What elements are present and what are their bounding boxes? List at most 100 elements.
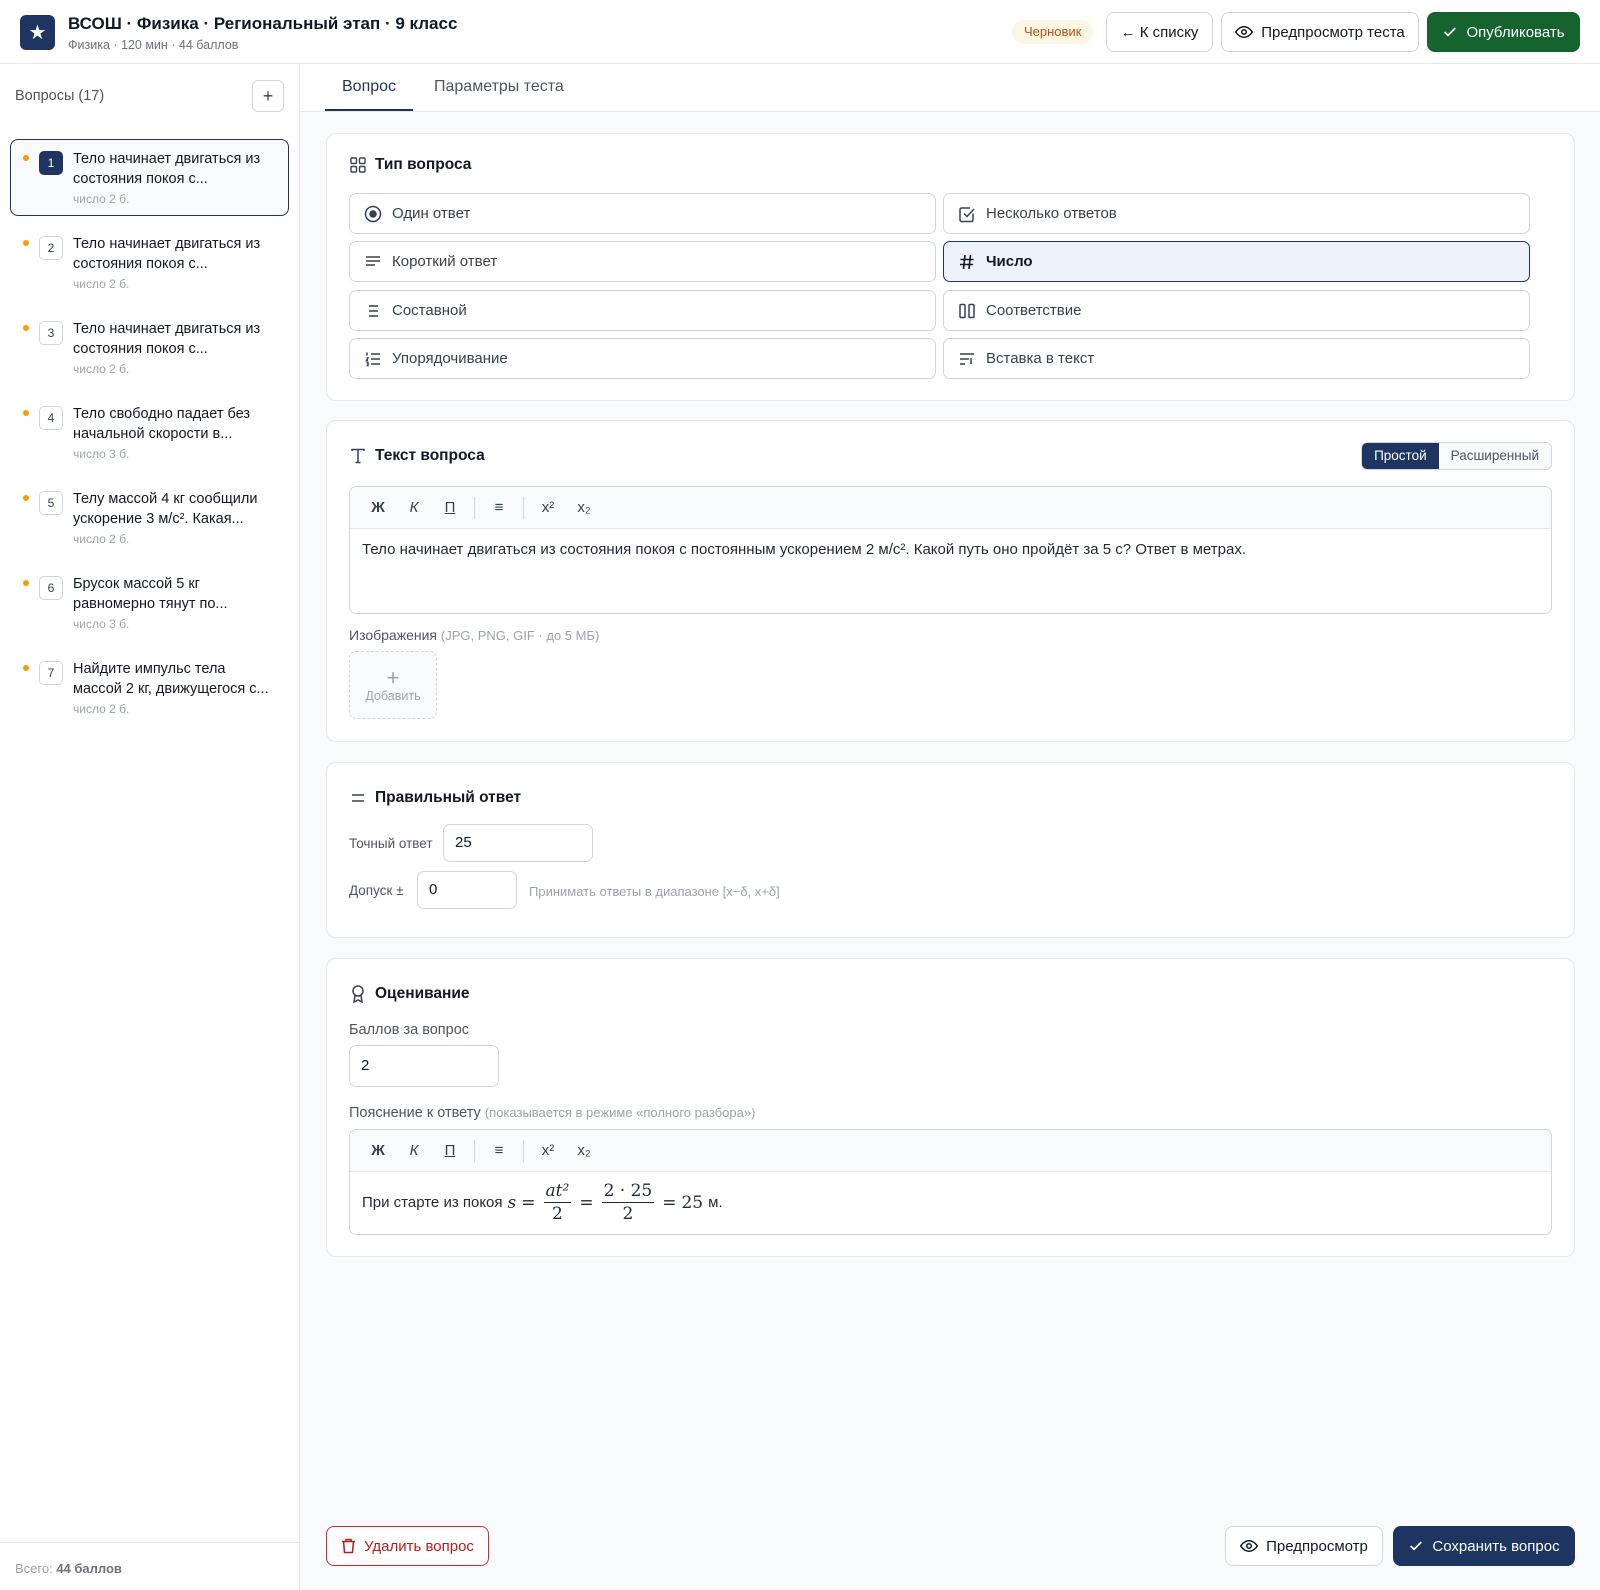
question-preview-text: Найдите импульс тела массой 2 кг, движущ… [73, 661, 269, 697]
save-question-label: Сохранить вопрос [1432, 1537, 1560, 1555]
tab-test-settings[interactable]: Параметры теста [434, 64, 564, 111]
back-to-list-label: ← К списку [1120, 23, 1199, 41]
question-meta: число 2 б. [73, 192, 130, 206]
question-list-item[interactable]: 1 Тело начинает двигаться из состояния п… [10, 139, 289, 216]
superscript-button[interactable]: x² [530, 1142, 566, 1159]
tolerance-hint: Принимать ответы в диапазоне [x−δ, x+δ] [529, 884, 780, 899]
correct-answer-title: Правильный ответ [349, 789, 521, 807]
formula-lhs: s [507, 1192, 517, 1213]
list-button[interactable]: ≡ [481, 1142, 517, 1159]
hash-icon [958, 253, 976, 271]
question-meta: число 2 б. [73, 277, 130, 291]
type-option-label: Число [986, 253, 1033, 270]
bold-button[interactable]: Ж [360, 499, 396, 516]
publish-button[interactable]: Опубликовать [1427, 12, 1580, 52]
question-text-content[interactable]: Тело начинает двигаться из состояния пок… [350, 529, 1551, 570]
bold-button[interactable]: Ж [360, 1142, 396, 1159]
grading-title-text: Оценивание [375, 985, 470, 1002]
award-icon [349, 985, 367, 1003]
question-preview-text: Тело начинает двигаться из состояния пок… [73, 151, 261, 187]
question-list-item[interactable]: 4 Тело свободно падает без начальной ско… [10, 394, 289, 471]
question-number: 6 [39, 576, 63, 600]
question-list-item[interactable]: 2 Тело начинает двигаться из состояния п… [10, 224, 289, 301]
mode-advanced-button[interactable]: Расширенный [1438, 443, 1551, 469]
question-meta: число 3 б. [73, 617, 130, 631]
eye-icon [1235, 25, 1254, 39]
type-option-label: Составной [392, 302, 467, 319]
toolbar-divider [474, 1139, 475, 1162]
question-preview-text: Тело свободно падает без начальной скоро… [73, 406, 251, 442]
grid-icon [349, 156, 367, 174]
underline-button[interactable]: П [432, 499, 468, 516]
question-text-editor: Ж К П ≡ x² x₂ Тело начинает двигаться из… [349, 486, 1552, 614]
delete-question-label: Удалить вопрос [364, 1537, 474, 1555]
correct-answer-card: Правильный ответ Точный ответ 25 Допуск … [326, 762, 1575, 938]
fraction-numerator: at² [543, 1181, 572, 1203]
check-icon [1444, 27, 1457, 37]
exact-answer-label: Точный ответ [349, 836, 433, 851]
back-to-list-button[interactable]: ← К списку [1106, 12, 1213, 52]
type-fill-in-button[interactable]: Вставка в текст [943, 338, 1530, 379]
tolerance-input[interactable]: 0 [417, 871, 517, 909]
italic-button[interactable]: К [396, 1142, 432, 1159]
images-label: Изображения (JPG, PNG, GIF · до 5 МБ) [349, 627, 599, 643]
text-type-icon [349, 447, 367, 465]
type-compound-button[interactable]: Составной [349, 290, 936, 331]
question-list-item[interactable]: 6 Брусок массой 5 кг равномерно тянут по… [10, 564, 289, 641]
status-badge: Черновик [1012, 20, 1094, 44]
page-subtitle: Физика · 120 мин · 44 баллов [68, 38, 239, 52]
unsaved-dot-icon [23, 325, 29, 331]
list-button[interactable]: ≡ [481, 499, 517, 516]
total-points: Всего: 44 баллов [0, 1542, 299, 1576]
images-label-text: Изображения [349, 627, 437, 643]
save-question-button[interactable]: Сохранить вопрос [1393, 1526, 1575, 1566]
tolerance-label: Допуск ± [349, 883, 404, 898]
superscript-button[interactable]: x² [530, 499, 566, 516]
formula-unit: м. [708, 1194, 723, 1211]
delete-question-button[interactable]: Удалить вопрос [326, 1526, 489, 1566]
tab-question[interactable]: Вопрос [325, 64, 414, 111]
mode-simple-button[interactable]: Простой [1362, 443, 1439, 469]
publish-label: Опубликовать [1466, 23, 1565, 41]
question-number: 7 [39, 661, 63, 685]
lines-icon [364, 253, 382, 271]
type-matching-button[interactable]: Соответствие [943, 290, 1530, 331]
question-preview-text: Телу массой 4 кг сообщили ускорение 3 м/… [73, 491, 258, 527]
question-type-card: Тип вопроса Один ответ Несколько ответов… [326, 133, 1575, 401]
subscript-button[interactable]: x₂ [566, 499, 602, 516]
formatting-toolbar: Ж К П ≡ x² x₂ [350, 1130, 1551, 1172]
subscript-button[interactable]: x₂ [566, 1142, 602, 1159]
preview-test-button[interactable]: Предпросмотр теста [1221, 12, 1419, 52]
italic-button[interactable]: К [396, 499, 432, 516]
type-ordering-button[interactable]: Упорядочивание [349, 338, 936, 379]
equals-sign: = [521, 1192, 536, 1213]
questions-list: 1 Тело начинает двигаться из состояния п… [10, 139, 290, 734]
question-list-item[interactable]: 7 Найдите импульс тела массой 2 кг, движ… [10, 649, 289, 726]
underline-button[interactable]: П [432, 1142, 468, 1159]
toolbar-divider [474, 496, 475, 519]
type-number-button[interactable]: Число [943, 241, 1530, 282]
exact-answer-input[interactable]: 25 [443, 824, 593, 862]
type-single-answer-button[interactable]: Один ответ [349, 193, 936, 234]
add-question-button[interactable]: + [252, 80, 284, 112]
unsaved-dot-icon [23, 155, 29, 161]
question-list-item[interactable]: 5 Телу массой 4 кг сообщили ускорение 3 … [10, 479, 289, 556]
question-type-title: Тип вопроса [349, 156, 471, 174]
type-multiple-answers-button[interactable]: Несколько ответов [943, 193, 1530, 234]
points-input[interactable]: 2 [349, 1045, 499, 1087]
fraction-numerator: 2 · 25 [601, 1181, 655, 1203]
type-option-label: Один ответ [392, 205, 471, 222]
question-list-item[interactable]: 3 Тело начинает двигаться из состояния п… [10, 309, 289, 386]
add-image-button[interactable]: + Добавить [349, 651, 437, 719]
top-bar: ★ ВСОШ · Физика · Региональный этап · 9 … [0, 0, 1600, 64]
formula-fraction: at² 2 [543, 1180, 572, 1225]
check-icon [1410, 1541, 1423, 1551]
type-short-answer-button[interactable]: Короткий ответ [349, 241, 936, 282]
question-number: 4 [39, 406, 63, 430]
equals-sign: = [662, 1192, 677, 1213]
question-number: 2 [39, 236, 63, 260]
star-logo-icon: ★ [20, 15, 55, 50]
text-insert-icon [958, 350, 976, 368]
explanation-content[interactable]: При старте из покоя s = at² 2 = 2 · 25 2… [350, 1172, 1551, 1233]
preview-button[interactable]: Предпросмотр [1225, 1526, 1383, 1566]
